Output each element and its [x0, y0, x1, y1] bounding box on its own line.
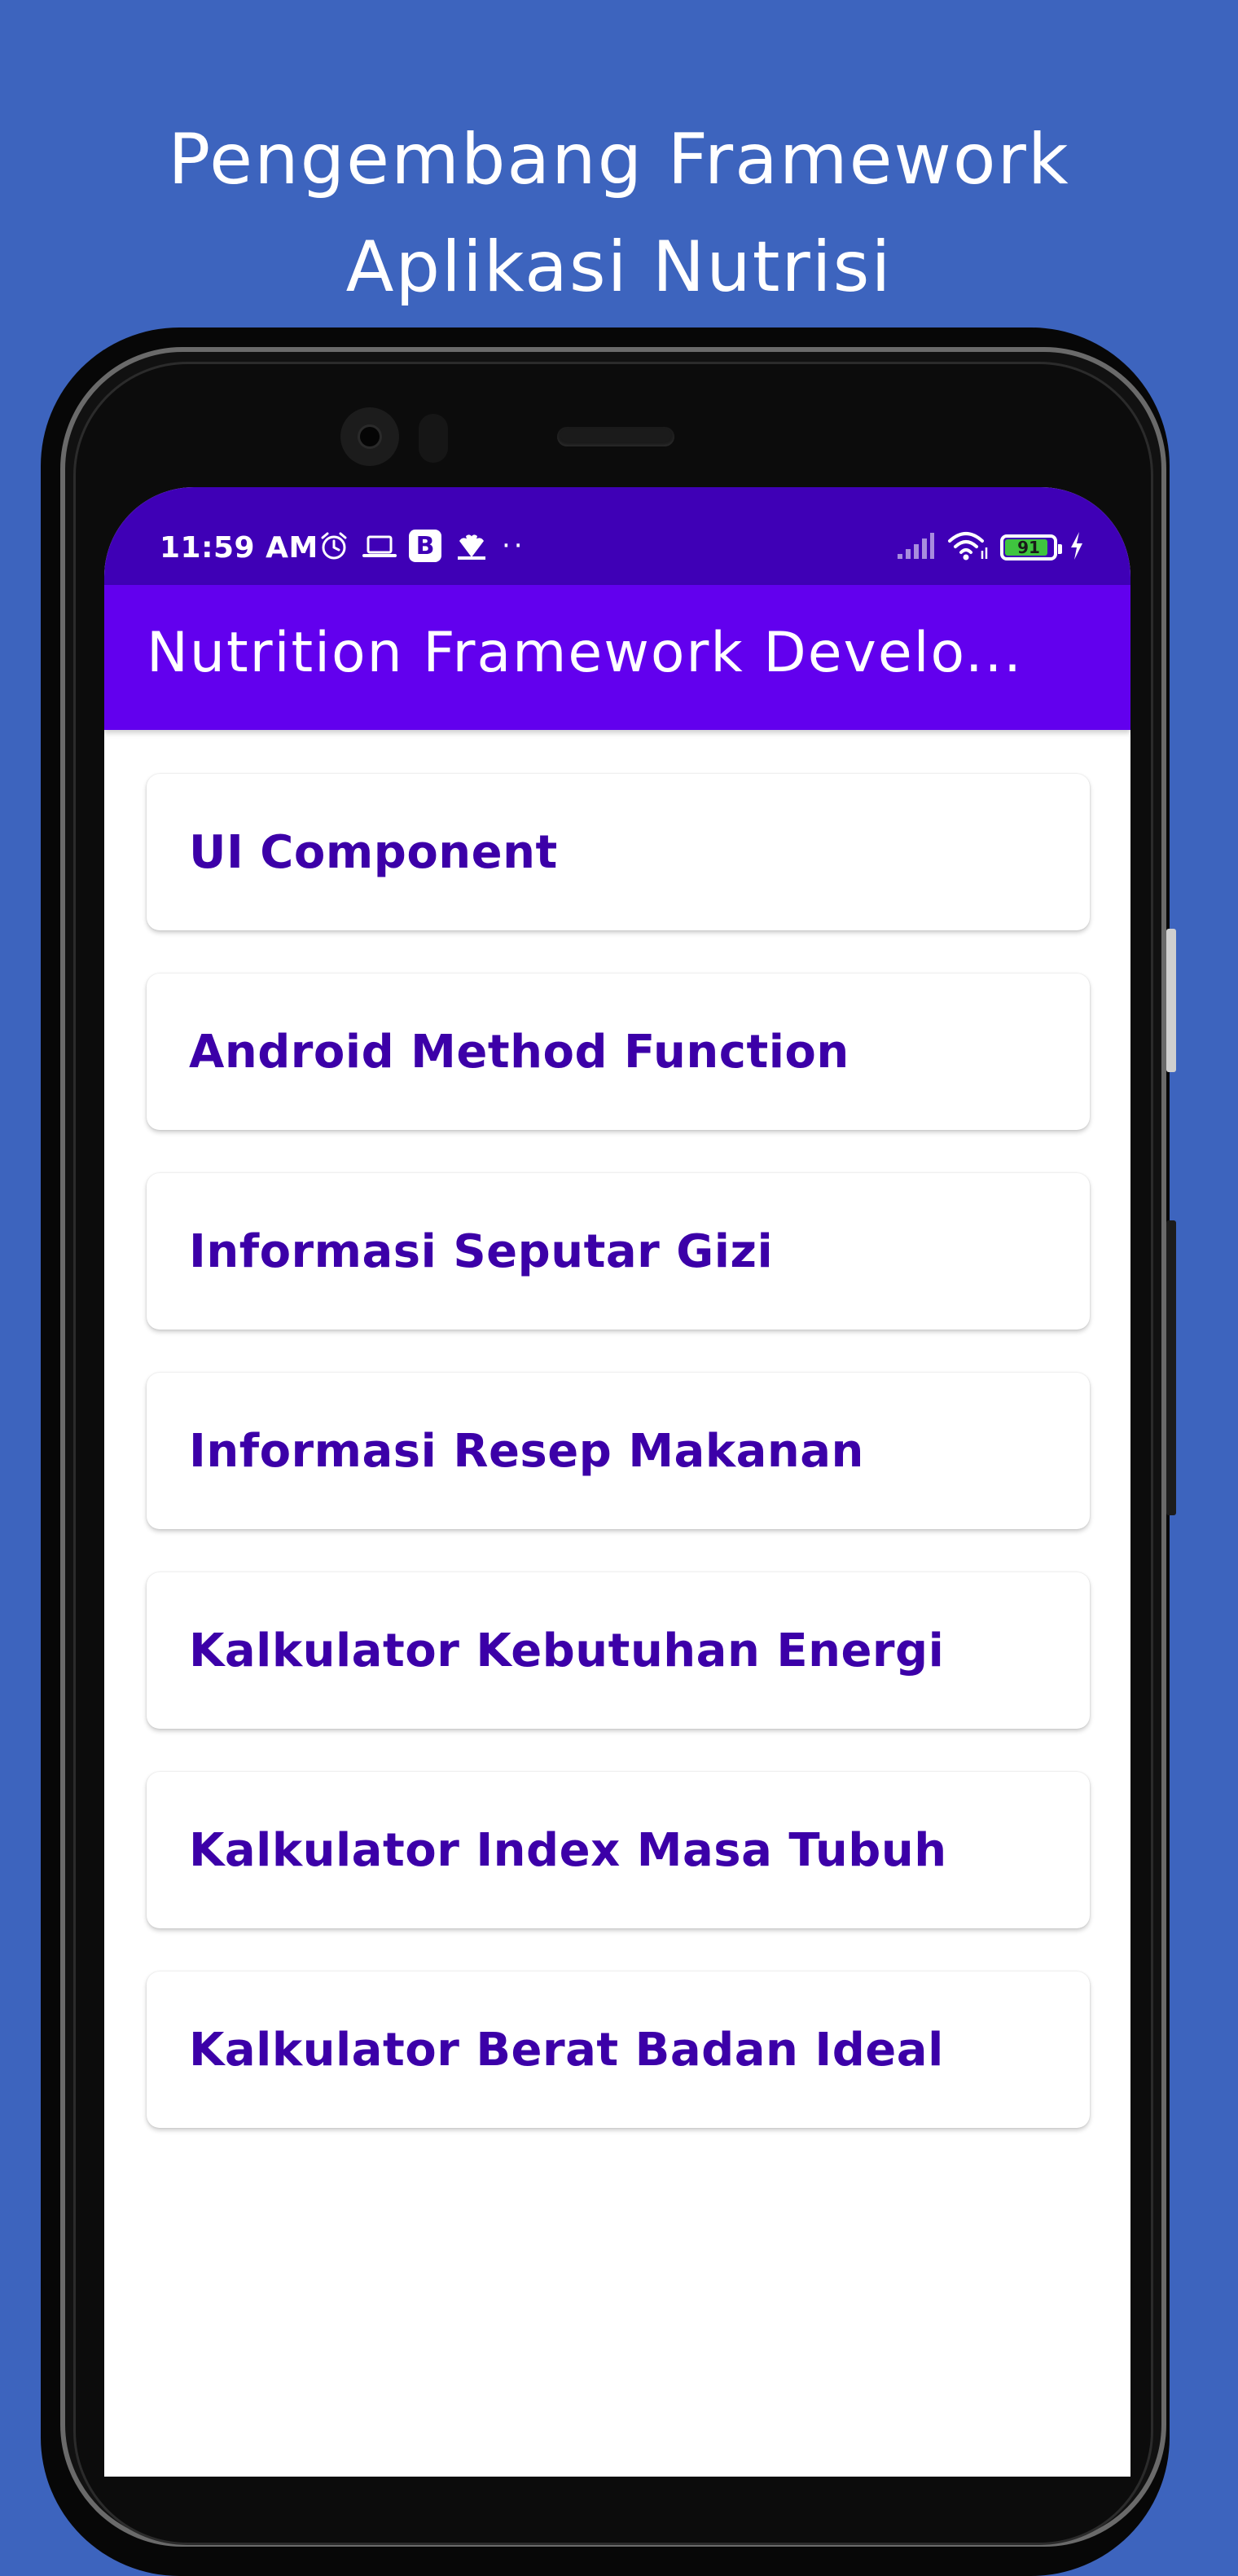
phone-side-button-volume — [1166, 1220, 1176, 1515]
menu-card-label: Kalkulator Berat Badan Ideal — [189, 2023, 944, 2077]
app-bar: Nutrition Framework Develo... — [104, 585, 1130, 730]
battery-icon: 91 — [1000, 534, 1062, 560]
more-dots-icon: ·· — [502, 530, 526, 562]
b-app-icon: B — [409, 530, 441, 562]
menu-card-label: Android Method Function — [189, 1025, 849, 1079]
promo-headline: Pengembang Framework Aplikasi Nutrisi — [0, 106, 1238, 321]
menu-card-label: Informasi Seputar Gizi — [189, 1224, 774, 1278]
laptop-icon — [362, 530, 397, 562]
signal-icon — [896, 531, 935, 564]
menu-card[interactable]: UI Component — [147, 774, 1090, 930]
menu-card[interactable]: Android Method Function — [147, 974, 1090, 1130]
peacock-icon — [453, 530, 490, 562]
alarm-icon — [318, 530, 350, 562]
menu-card-label: UI Component — [189, 825, 558, 879]
menu-card-label: Kalkulator Index Masa Tubuh — [189, 1823, 947, 1877]
battery-level-text: 91 — [1017, 538, 1040, 557]
phone-screen: 11:59 AM B ·· 91 Nutrition Framework Dev… — [104, 487, 1130, 2477]
proximity-sensor — [419, 414, 448, 463]
status-notification-icons: B ·· — [318, 530, 526, 562]
menu-card-label: Informasi Resep Makanan — [189, 1424, 864, 1478]
wifi-icon — [946, 530, 989, 565]
promo-line-2: Aplikasi Nutrisi — [345, 226, 893, 308]
menu-card[interactable]: Kalkulator Kebutuhan Energi — [147, 1572, 1090, 1729]
menu-list: UI Component Android Method Function Infor… — [147, 774, 1090, 2171]
menu-card[interactable]: Kalkulator Berat Badan Ideal — [147, 1972, 1090, 2128]
menu-card[interactable]: Informasi Seputar Gizi — [147, 1173, 1090, 1330]
menu-card-label: Kalkulator Kebutuhan Energi — [189, 1624, 945, 1677]
menu-card[interactable]: Informasi Resep Makanan — [147, 1373, 1090, 1529]
earpiece-speaker — [557, 427, 674, 446]
status-bar: 11:59 AM B ·· 91 — [104, 487, 1130, 585]
status-time: 11:59 AM — [160, 531, 318, 565]
status-system-icons: 91 — [896, 530, 1085, 565]
app-bar-title: Nutrition Framework Develo... — [147, 621, 1023, 685]
phone-side-button-power — [1166, 929, 1176, 1072]
menu-card[interactable]: Kalkulator Index Masa Tubuh — [147, 1772, 1090, 1928]
promo-line-1: Pengembang Framework — [168, 119, 1070, 200]
charging-bolt-icon — [1069, 530, 1085, 565]
front-camera — [340, 407, 399, 466]
